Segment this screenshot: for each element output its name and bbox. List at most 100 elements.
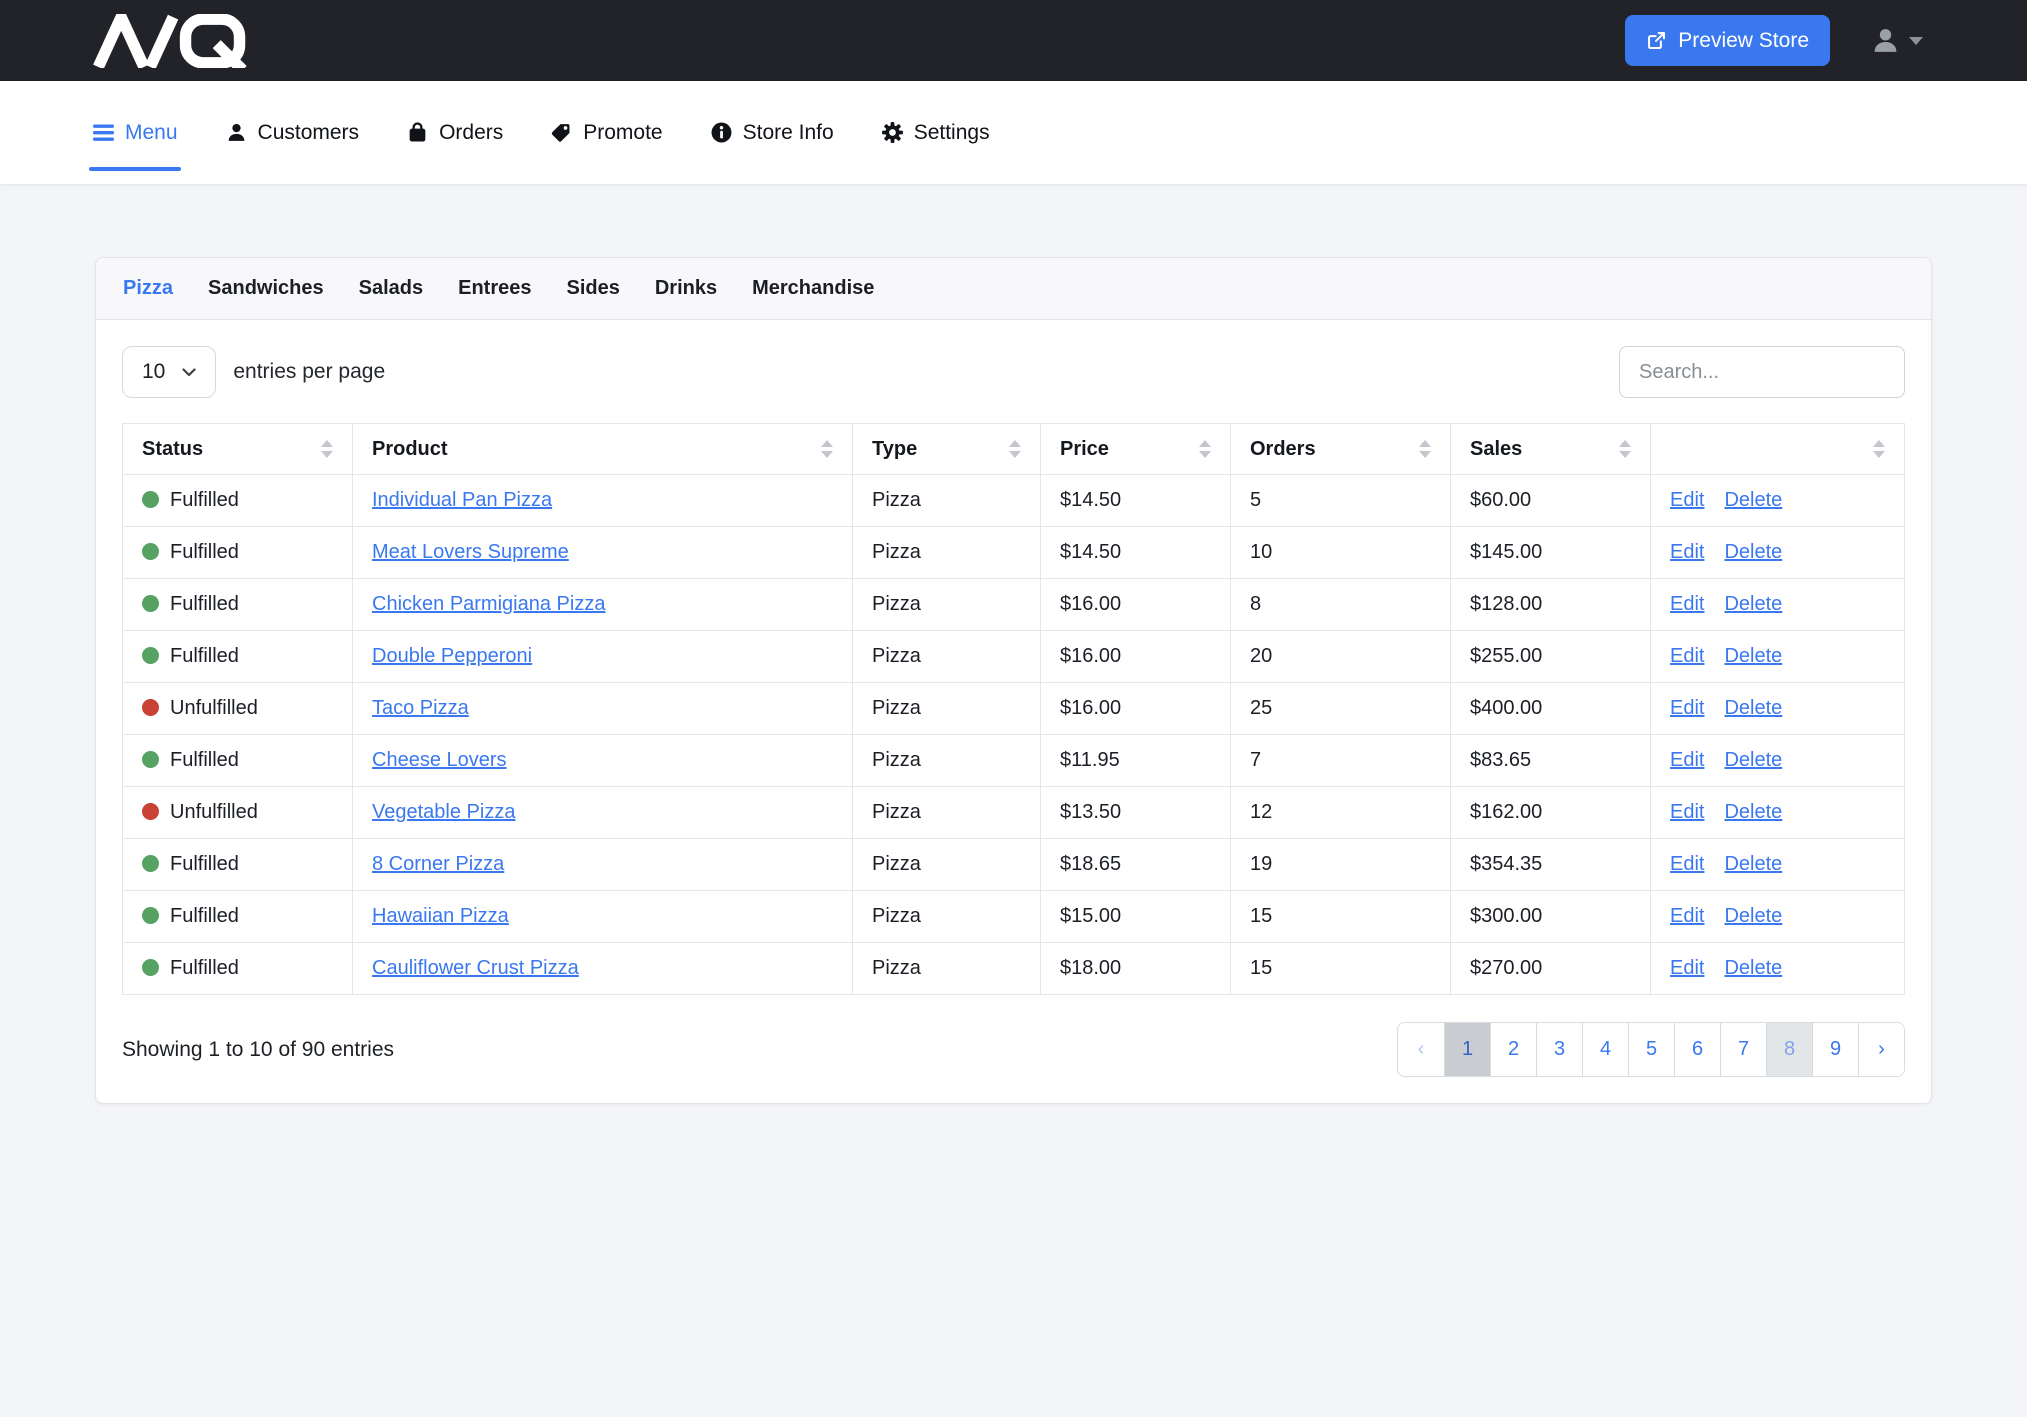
product-link[interactable]: Double Pepperoni (372, 645, 532, 667)
tab-salads[interactable]: Salads (359, 277, 423, 300)
type-value: Pizza (872, 957, 921, 979)
cell-price: $13.50 (1041, 787, 1231, 839)
sort-icon[interactable] (1873, 440, 1885, 458)
page-size-select[interactable]: 10 (122, 346, 216, 398)
delete-link[interactable]: Delete (1724, 645, 1782, 667)
edit-link[interactable]: Edit (1670, 593, 1704, 615)
nav-item-store-info[interactable]: Store Info (710, 81, 834, 184)
cell-actions: Edit Delete (1651, 527, 1905, 579)
search-input[interactable] (1619, 346, 1905, 398)
cell-orders: 15 (1231, 943, 1451, 995)
cell-sales: $60.00 (1451, 475, 1651, 527)
edit-link[interactable]: Edit (1670, 801, 1704, 823)
user-menu[interactable] (1870, 25, 1923, 56)
product-link[interactable]: Cauliflower Crust Pizza (372, 957, 579, 979)
nav-item-settings[interactable]: Settings (881, 81, 990, 184)
cell-orders: 8 (1231, 579, 1451, 631)
tab-drinks[interactable]: Drinks (655, 277, 717, 300)
sort-icon[interactable] (1619, 440, 1631, 458)
products-table: StatusProductTypePriceOrdersSales Fulfil… (122, 423, 1905, 995)
pagination-page-2[interactable]: 2 (1490, 1023, 1536, 1076)
cell-sales: $354.35 (1451, 839, 1651, 891)
table-row: FulfilledDouble PepperoniPizza$16.0020$2… (123, 631, 1905, 683)
sort-icon[interactable] (821, 440, 833, 458)
pagination-page-4[interactable]: 4 (1582, 1023, 1628, 1076)
delete-link[interactable]: Delete (1724, 801, 1782, 823)
column-header-orders: Orders (1231, 424, 1451, 475)
status-label: Unfulfilled (170, 801, 258, 823)
cell-price: $11.95 (1041, 735, 1231, 787)
delete-link[interactable]: Delete (1724, 489, 1782, 511)
tab-entrees[interactable]: Entrees (458, 277, 531, 300)
edit-link[interactable]: Edit (1670, 853, 1704, 875)
product-link[interactable]: Cheese Lovers (372, 749, 507, 771)
delete-link[interactable]: Delete (1724, 957, 1782, 979)
sort-icon[interactable] (321, 440, 333, 458)
cell-orders: 25 (1231, 683, 1451, 735)
product-link[interactable]: Hawaiian Pizza (372, 905, 509, 927)
product-link[interactable]: 8 Corner Pizza (372, 853, 504, 875)
sort-icon[interactable] (1009, 440, 1021, 458)
sales-value: $354.35 (1470, 853, 1542, 875)
cell-product: Double Pepperoni (353, 631, 853, 683)
pagination-page-7[interactable]: 7 (1720, 1023, 1766, 1076)
bag-icon (406, 121, 429, 144)
person-icon (225, 121, 248, 144)
cell-type: Pizza (853, 475, 1041, 527)
tab-sides[interactable]: Sides (567, 277, 620, 300)
pagination-prev[interactable]: ‹ (1398, 1023, 1444, 1076)
entries-summary: Showing 1 to 10 of 90 entries (122, 1038, 394, 1062)
pagination-page-8[interactable]: 8 (1766, 1023, 1812, 1076)
nav-item-menu[interactable]: Menu (92, 81, 178, 184)
edit-link[interactable]: Edit (1670, 957, 1704, 979)
cell-type: Pizza (853, 943, 1041, 995)
pagination-page-9[interactable]: 9 (1812, 1023, 1858, 1076)
status-dot (142, 595, 159, 612)
product-link[interactable]: Vegetable Pizza (372, 801, 515, 823)
product-link[interactable]: Chicken Parmigiana Pizza (372, 593, 605, 615)
delete-link[interactable]: Delete (1724, 905, 1782, 927)
cell-orders: 5 (1231, 475, 1451, 527)
delete-link[interactable]: Delete (1724, 697, 1782, 719)
edit-link[interactable]: Edit (1670, 645, 1704, 667)
pagination-page-5[interactable]: 5 (1628, 1023, 1674, 1076)
sales-value: $162.00 (1470, 801, 1542, 823)
status-dot (142, 803, 159, 820)
pagination-page-6[interactable]: 6 (1674, 1023, 1720, 1076)
column-label: Status (142, 438, 203, 461)
tab-pizza[interactable]: Pizza (123, 277, 173, 300)
edit-link[interactable]: Edit (1670, 541, 1704, 563)
tab-sandwiches[interactable]: Sandwiches (208, 277, 324, 300)
type-value: Pizza (872, 645, 921, 667)
table-row: FulfilledCauliflower Crust PizzaPizza$18… (123, 943, 1905, 995)
table-header: StatusProductTypePriceOrdersSales (123, 424, 1905, 475)
product-link[interactable]: Meat Lovers Supreme (372, 541, 569, 563)
pagination-page-3[interactable]: 3 (1536, 1023, 1582, 1076)
pagination-next[interactable]: › (1858, 1023, 1904, 1076)
pagination: ‹123456789› (1397, 1022, 1905, 1077)
table-row: FulfilledChicken Parmigiana PizzaPizza$1… (123, 579, 1905, 631)
delete-link[interactable]: Delete (1724, 541, 1782, 563)
tab-merchandise[interactable]: Merchandise (752, 277, 874, 300)
nav-item-promote[interactable]: Promote (550, 81, 662, 184)
nav-item-orders[interactable]: Orders (406, 81, 503, 184)
edit-link[interactable]: Edit (1670, 905, 1704, 927)
edit-link[interactable]: Edit (1670, 697, 1704, 719)
product-link[interactable]: Taco Pizza (372, 697, 469, 719)
preview-store-label: Preview Store (1678, 29, 1809, 53)
nav-item-customers[interactable]: Customers (225, 81, 360, 184)
sort-icon[interactable] (1199, 440, 1211, 458)
edit-link[interactable]: Edit (1670, 489, 1704, 511)
sort-icon[interactable] (1419, 440, 1431, 458)
pagination-page-1[interactable]: 1 (1444, 1023, 1490, 1076)
preview-store-button[interactable]: Preview Store (1625, 15, 1830, 66)
cell-orders: 20 (1231, 631, 1451, 683)
delete-link[interactable]: Delete (1724, 853, 1782, 875)
edit-link[interactable]: Edit (1670, 749, 1704, 771)
status-label: Fulfilled (170, 853, 239, 875)
product-link[interactable]: Individual Pan Pizza (372, 489, 552, 511)
delete-link[interactable]: Delete (1724, 749, 1782, 771)
delete-link[interactable]: Delete (1724, 593, 1782, 615)
cell-price: $16.00 (1041, 683, 1231, 735)
logo-aiq[interactable] (92, 14, 250, 68)
